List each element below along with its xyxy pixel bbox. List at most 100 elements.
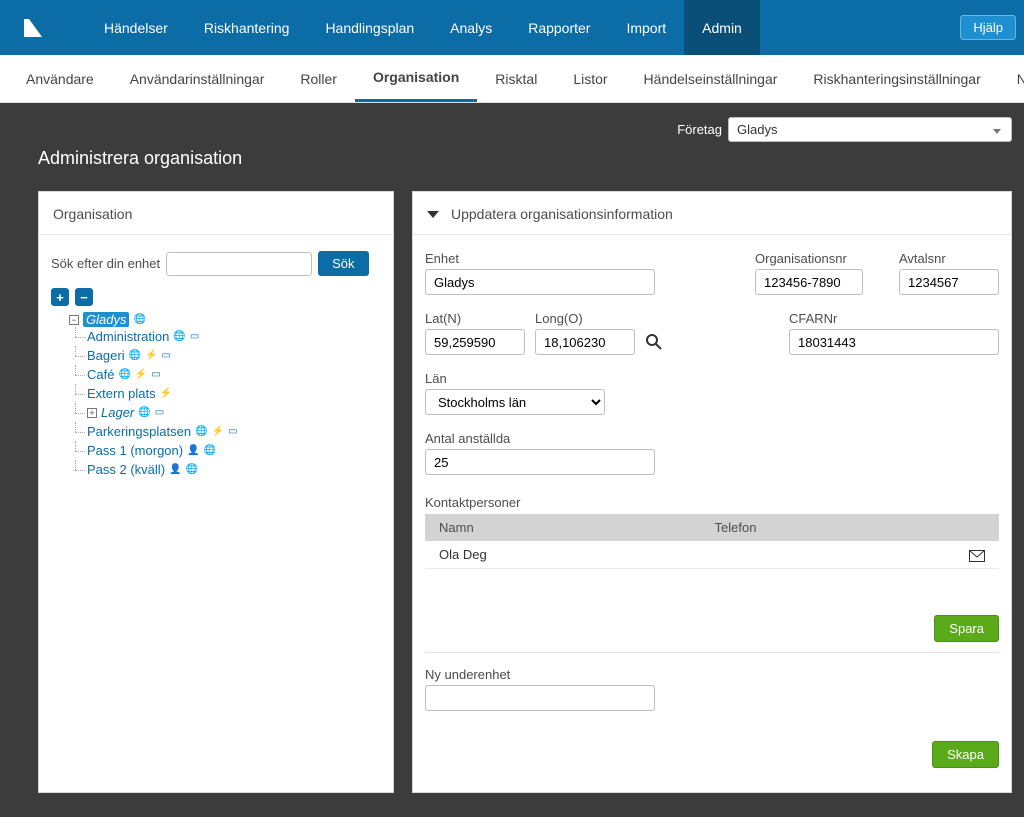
cfar-input[interactable] bbox=[789, 329, 999, 355]
save-button[interactable]: Spara bbox=[934, 615, 999, 642]
plus-icon: + bbox=[56, 291, 64, 304]
tree-collapse-icon[interactable]: − bbox=[69, 315, 79, 325]
card-icon: ▭ bbox=[161, 350, 170, 361]
antal-input[interactable] bbox=[425, 449, 655, 475]
contacts-title: Kontaktpersoner bbox=[425, 495, 999, 510]
nav-import[interactable]: Import bbox=[608, 0, 684, 55]
company-row: Företag Gladys bbox=[0, 103, 1024, 142]
lan-label: Län bbox=[425, 371, 605, 386]
globe-icon: 🌐 bbox=[118, 369, 130, 380]
contact-name: Ola Deg bbox=[425, 541, 701, 569]
table-row[interactable]: Ola Deg bbox=[425, 541, 999, 569]
card-icon: ▭ bbox=[228, 426, 237, 437]
nav-handelser[interactable]: Händelser bbox=[86, 0, 186, 55]
tree-expand-icon[interactable]: + bbox=[87, 408, 97, 418]
tree-item[interactable]: Bageri bbox=[87, 348, 125, 363]
org-tree-heading: Organisation bbox=[39, 192, 393, 235]
bolt-icon: ⚡ bbox=[212, 426, 224, 437]
lat-label: Lat(N) bbox=[425, 311, 525, 326]
avtal-label: Avtalsnr bbox=[899, 251, 999, 266]
orgnr-label: Organisationsnr bbox=[755, 251, 863, 266]
bolt-icon: ⚡ bbox=[135, 369, 147, 380]
org-tree: − Gladys 🌐 Administration 🌐 ▭ bbox=[51, 310, 381, 481]
nav-admin[interactable]: Admin bbox=[684, 0, 760, 55]
tree-item[interactable]: Pass 1 (morgon) bbox=[87, 443, 183, 458]
minus-icon: − bbox=[80, 291, 88, 304]
company-select[interactable]: Gladys bbox=[728, 117, 1012, 142]
create-button[interactable]: Skapa bbox=[932, 741, 999, 768]
bolt-icon: ⚡ bbox=[160, 388, 172, 399]
subunit-input[interactable] bbox=[425, 685, 655, 711]
content-area: Företag Gladys Administrera organisation… bbox=[0, 103, 1024, 817]
subnav-anvandare[interactable]: Användare bbox=[8, 55, 112, 102]
enhet-input[interactable] bbox=[425, 269, 655, 295]
tree-item[interactable]: Lager bbox=[101, 405, 134, 420]
search-icon[interactable] bbox=[645, 333, 663, 351]
lan-select[interactable]: Stockholms län bbox=[425, 389, 605, 415]
globe-icon: 🌐 bbox=[138, 407, 150, 418]
long-input[interactable] bbox=[535, 329, 635, 355]
company-label: Företag bbox=[677, 122, 722, 137]
collapse-all-button[interactable]: − bbox=[75, 288, 93, 306]
contact-phone bbox=[701, 541, 955, 569]
user-icon: 👤 bbox=[187, 445, 199, 456]
subnav-nyheter[interactable]: Nyheter bbox=[999, 55, 1024, 102]
org-form-heading-row[interactable]: Uppdatera organisationsinformation bbox=[413, 192, 1011, 235]
tree-item[interactable]: Café bbox=[87, 367, 114, 382]
lat-input[interactable] bbox=[425, 329, 525, 355]
tree-item[interactable]: Administration bbox=[87, 329, 169, 344]
enhet-label: Enhet bbox=[425, 251, 655, 266]
subnav-riskhantinst[interactable]: Riskhanteringsinställningar bbox=[795, 55, 998, 102]
tree-item[interactable]: Extern plats bbox=[87, 386, 156, 401]
orgnr-input[interactable] bbox=[755, 269, 863, 295]
card-icon: ▭ bbox=[151, 369, 160, 380]
subnav-risktal[interactable]: Risktal bbox=[477, 55, 555, 102]
globe-icon: 🌐 bbox=[185, 464, 197, 475]
sub-nav: Användare Användarinställningar Roller O… bbox=[0, 55, 1024, 103]
contacts-col-phone: Telefon bbox=[701, 514, 955, 541]
contacts-col-name: Namn bbox=[425, 514, 701, 541]
user-icon: 👤 bbox=[169, 464, 181, 475]
globe-icon: 🌐 bbox=[133, 314, 145, 325]
bolt-icon: ⚡ bbox=[145, 350, 157, 361]
subnav-listor[interactable]: Listor bbox=[555, 55, 625, 102]
globe-icon: 🌐 bbox=[129, 350, 141, 361]
org-tree-panel: Organisation Sök efter din enhet Sök + −… bbox=[38, 191, 394, 793]
app-logo-icon bbox=[20, 15, 46, 41]
chevron-down-icon bbox=[427, 211, 439, 218]
subunit-label: Ny underenhet bbox=[425, 667, 999, 682]
antal-label: Antal anställda bbox=[425, 431, 655, 446]
long-label: Long(O) bbox=[535, 311, 635, 326]
avtal-input[interactable] bbox=[899, 269, 999, 295]
card-icon: ▭ bbox=[190, 331, 199, 342]
nav-handlingsplan[interactable]: Handlingsplan bbox=[307, 0, 432, 55]
cfar-label: CFARNr bbox=[789, 311, 999, 326]
subnav-roller[interactable]: Roller bbox=[282, 55, 355, 102]
top-bar: Händelser Riskhantering Handlingsplan An… bbox=[0, 0, 1024, 55]
tree-item[interactable]: Parkeringsplatsen bbox=[87, 424, 191, 439]
subnav-handelseinst[interactable]: Händelseinställningar bbox=[626, 55, 796, 102]
contacts-section: Kontaktpersoner Namn Telefon Ola Deg bbox=[425, 495, 999, 569]
nav-riskhantering[interactable]: Riskhantering bbox=[186, 0, 308, 55]
search-button[interactable]: Sök bbox=[318, 251, 368, 276]
globe-icon: 🌐 bbox=[204, 445, 216, 456]
org-form-heading: Uppdatera organisationsinformation bbox=[451, 206, 673, 222]
expand-all-button[interactable]: + bbox=[51, 288, 69, 306]
globe-icon: 🌐 bbox=[195, 426, 207, 437]
search-label: Sök efter din enhet bbox=[51, 256, 160, 271]
tree-root[interactable]: Gladys bbox=[83, 312, 129, 327]
top-nav: Händelser Riskhantering Handlingsplan An… bbox=[86, 0, 760, 55]
page-title: Administrera organisation bbox=[0, 142, 1024, 191]
subnav-organisation[interactable]: Organisation bbox=[355, 55, 477, 102]
envelope-icon[interactable] bbox=[969, 550, 985, 562]
tree-item[interactable]: Pass 2 (kväll) bbox=[87, 462, 165, 477]
nav-rapporter[interactable]: Rapporter bbox=[510, 0, 608, 55]
search-input[interactable] bbox=[166, 252, 312, 276]
org-form-panel: Uppdatera organisationsinformation Enhet… bbox=[412, 191, 1012, 793]
globe-icon: 🌐 bbox=[173, 331, 185, 342]
subnav-anvandarinst[interactable]: Användarinställningar bbox=[112, 55, 283, 102]
help-button[interactable]: Hjälp bbox=[960, 15, 1016, 40]
nav-analys[interactable]: Analys bbox=[432, 0, 510, 55]
contacts-table: Namn Telefon Ola Deg bbox=[425, 514, 999, 569]
card-icon: ▭ bbox=[155, 407, 164, 418]
